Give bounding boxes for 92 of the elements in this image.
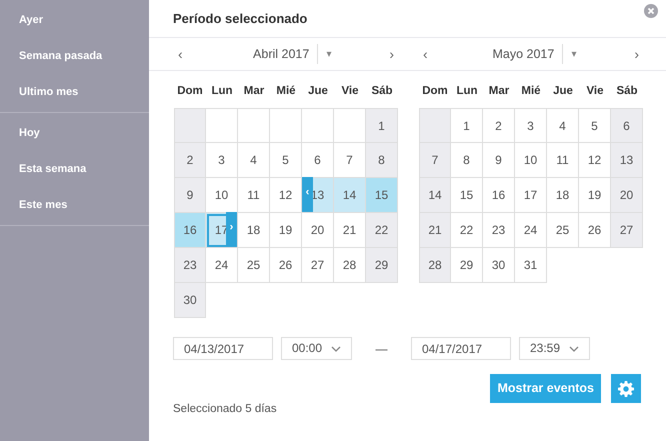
day-cell[interactable]: 29 — [366, 248, 398, 283]
month-dropdown-button[interactable]: ▾ — [563, 46, 584, 62]
day-cell[interactable]: 26 — [579, 213, 611, 248]
day-cell[interactable]: 4 — [547, 108, 579, 143]
day-cell[interactable]: 15 — [451, 178, 483, 213]
day-cell[interactable]: 4 — [238, 143, 270, 178]
date-field[interactable]: 04/13/2017 — [173, 337, 273, 360]
weekday-label: Mié — [520, 84, 542, 99]
day-cell[interactable]: 26 — [270, 248, 302, 283]
day-cell[interactable]: 8 — [451, 143, 483, 178]
day-cell[interactable]: 25 — [547, 213, 579, 248]
day-cell[interactable]: 16 — [174, 213, 206, 248]
chevron-icon — [331, 346, 341, 352]
day-cell[interactable]: 30 — [483, 248, 515, 283]
day-cell[interactable]: 17 — [515, 178, 547, 213]
day-cell[interactable]: 15 — [366, 178, 398, 213]
day-cell[interactable]: 27 — [302, 248, 334, 283]
weekday-label: Jue — [307, 84, 329, 99]
month-dropdown-button[interactable]: ▾ — [318, 46, 340, 62]
weekday-label: Sáb — [370, 84, 394, 99]
weekday-label: Lun — [210, 84, 234, 99]
day-cell[interactable]: 3 — [515, 108, 547, 143]
weekday-label: Dom — [421, 84, 449, 99]
day-cell[interactable]: 19 — [270, 213, 302, 248]
month-label: Abril 2017 — [253, 44, 318, 64]
day-cell[interactable]: 23 — [174, 248, 206, 283]
day-cell[interactable]: 11 — [238, 178, 270, 213]
day-cell[interactable]: 29 — [451, 248, 483, 283]
day-cell[interactable]: 1 — [451, 108, 483, 143]
time-select[interactable]: 23:59 — [519, 337, 590, 360]
day-cell[interactable]: 9 — [483, 143, 515, 178]
chevron-icon — [569, 346, 579, 352]
day-cell[interactable]: 16 — [483, 178, 515, 213]
day-cell[interactable]: 13 — [611, 143, 643, 178]
day-cell[interactable]: 31 — [515, 248, 547, 283]
weekday-label: Sáb — [615, 84, 639, 99]
day-cell[interactable]: 19 — [579, 178, 611, 213]
day-cell[interactable]: 10 — [206, 178, 238, 213]
day-cell[interactable]: 20 — [611, 178, 643, 213]
weekday-label: Mié — [275, 84, 297, 99]
settings-button[interactable] — [611, 374, 641, 403]
weekday-label: Dom — [176, 84, 204, 99]
day-cell[interactable]: 27 — [611, 213, 643, 248]
weekday-label: Mar — [488, 84, 510, 99]
day-cell[interactable]: 18 — [238, 213, 270, 248]
day-cell[interactable]: 18 — [547, 178, 579, 213]
previous-month-button[interactable]: ‹ — [419, 44, 432, 64]
next-month-button[interactable]: › — [385, 44, 398, 64]
day-cell[interactable]: 22 — [451, 213, 483, 248]
day-cell[interactable]: 21 — [334, 213, 366, 248]
day-cell[interactable]: 7 — [419, 143, 451, 178]
day-cell[interactable]: 7 — [334, 143, 366, 178]
next-month-button[interactable]: › — [630, 44, 643, 64]
day-cell[interactable]: 14 — [334, 178, 366, 213]
day-cell[interactable]: 8 — [366, 143, 398, 178]
range-separator: — — [374, 340, 388, 358]
day-cell[interactable]: 6 — [611, 108, 643, 143]
weekday-label: Vie — [340, 84, 360, 99]
close-icon[interactable] — [644, 4, 658, 18]
day-cell[interactable]: 1 — [366, 108, 398, 143]
weekday-label: Mar — [242, 84, 266, 99]
day-cell[interactable]: 24 — [515, 213, 547, 248]
day-cell[interactable]: 25 — [238, 248, 270, 283]
day-cell[interactable]: 12 — [579, 143, 611, 178]
month-label: Mayo 2017 — [492, 44, 564, 64]
day-cell[interactable]: 14 — [419, 178, 451, 213]
weekday-label: Lun — [455, 84, 479, 99]
day-cell[interactable]: 5 — [270, 143, 302, 178]
day-cell[interactable]: 28 — [334, 248, 366, 283]
day-cell[interactable]: 5 — [579, 108, 611, 143]
day-cell[interactable]: 21 — [419, 213, 451, 248]
day-cell[interactable]: 2 — [174, 143, 206, 178]
time-select[interactable]: 00:00 — [281, 337, 352, 360]
previous-month-button[interactable]: ‹ — [174, 44, 187, 64]
day-cell[interactable]: 24 — [206, 248, 238, 283]
day-cell[interactable]: 28 — [419, 248, 451, 283]
day-cell[interactable]: 30 — [174, 283, 206, 318]
settings-icon — [618, 380, 634, 396]
day-cell[interactable]: 10 — [515, 143, 547, 178]
day-cell[interactable]: 9 — [174, 178, 206, 213]
date-field[interactable]: 04/17/2017 — [411, 337, 511, 360]
day-cell[interactable]: 2 — [483, 108, 515, 143]
day-cell[interactable]: 20 — [302, 213, 334, 248]
day-cell[interactable]: 22 — [366, 213, 398, 248]
day-cell[interactable]: 23 — [483, 213, 515, 248]
weekday-label: Jue — [552, 84, 574, 99]
day-cell[interactable]: 12 — [270, 178, 302, 213]
day-cell[interactable]: 3 — [206, 143, 238, 178]
day-cell[interactable]: 11 — [547, 143, 579, 178]
dialog-title: Período seleccionado — [173, 11, 308, 26]
weekday-label: Vie — [585, 84, 605, 99]
selection-summary: Seleccionado 5 días — [173, 403, 277, 415]
